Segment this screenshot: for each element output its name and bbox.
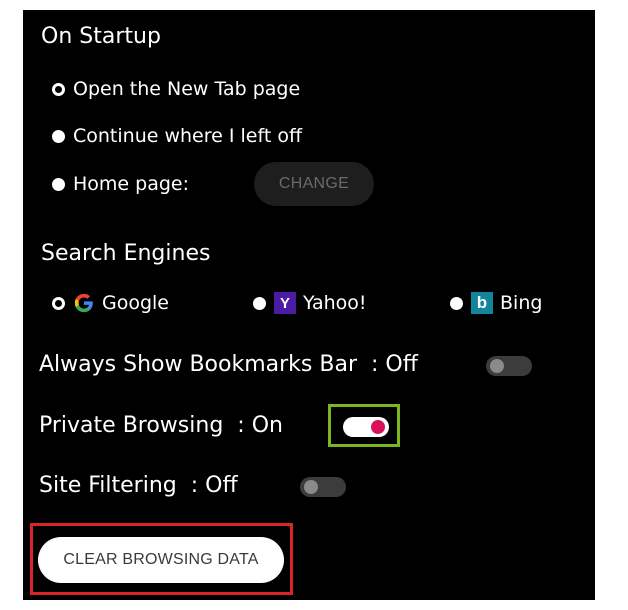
settings-panel: On Startup Open the New Tab page Continu… xyxy=(23,10,595,600)
site-filtering-setting: Site Filtering : Off xyxy=(39,473,238,498)
private-browsing-setting: Private Browsing : On xyxy=(39,413,283,438)
bookmarks-bar-state: : Off xyxy=(371,352,418,377)
google-icon xyxy=(73,292,95,314)
search-engine-yahoo[interactable]: Y Yahoo! xyxy=(253,292,367,314)
site-filtering-label: Site Filtering xyxy=(39,473,177,498)
bookmarks-bar-toggle[interactable] xyxy=(486,356,532,376)
site-filtering-state: : Off xyxy=(190,473,238,498)
bookmarks-bar-setting: Always Show Bookmarks Bar : Off xyxy=(39,352,418,377)
yahoo-icon: Y xyxy=(274,292,296,314)
startup-option-new-tab[interactable]: Open the New Tab page xyxy=(52,78,300,100)
radio-unselected[interactable] xyxy=(52,177,65,191)
bookmarks-bar-label: Always Show Bookmarks Bar xyxy=(39,352,357,377)
change-home-page-button[interactable]: CHANGE xyxy=(254,162,374,206)
toggle-knob xyxy=(304,480,318,494)
radio-unselected[interactable] xyxy=(253,296,266,310)
toggle-knob xyxy=(490,359,504,373)
search-engine-google[interactable]: Google xyxy=(52,292,169,314)
radio-selected[interactable] xyxy=(52,82,65,96)
search-engine-label: Yahoo! xyxy=(303,292,367,314)
private-browsing-label: Private Browsing xyxy=(39,413,224,438)
startup-option-home-page[interactable]: Home page: xyxy=(52,173,189,195)
radio-selected[interactable] xyxy=(52,296,65,310)
radio-unselected[interactable] xyxy=(52,129,65,143)
startup-option-continue[interactable]: Continue where I left off xyxy=(52,125,302,147)
search-engines-title: Search Engines xyxy=(41,241,211,266)
startup-option-label: Open the New Tab page xyxy=(73,78,301,100)
startup-option-label: Continue where I left off xyxy=(73,125,303,147)
on-startup-title: On Startup xyxy=(41,24,161,49)
bing-icon: b xyxy=(471,292,493,314)
private-browsing-highlight xyxy=(328,404,400,447)
search-engine-bing[interactable]: b Bing xyxy=(450,292,542,314)
startup-option-label: Home page: xyxy=(73,173,190,195)
private-browsing-state: : On xyxy=(237,413,283,438)
search-engine-label: Google xyxy=(102,292,170,314)
clear-browsing-data-button[interactable]: CLEAR BROWSING DATA xyxy=(38,537,284,583)
site-filtering-toggle[interactable] xyxy=(300,477,346,497)
search-engine-label: Bing xyxy=(500,292,543,314)
radio-unselected[interactable] xyxy=(450,296,463,310)
